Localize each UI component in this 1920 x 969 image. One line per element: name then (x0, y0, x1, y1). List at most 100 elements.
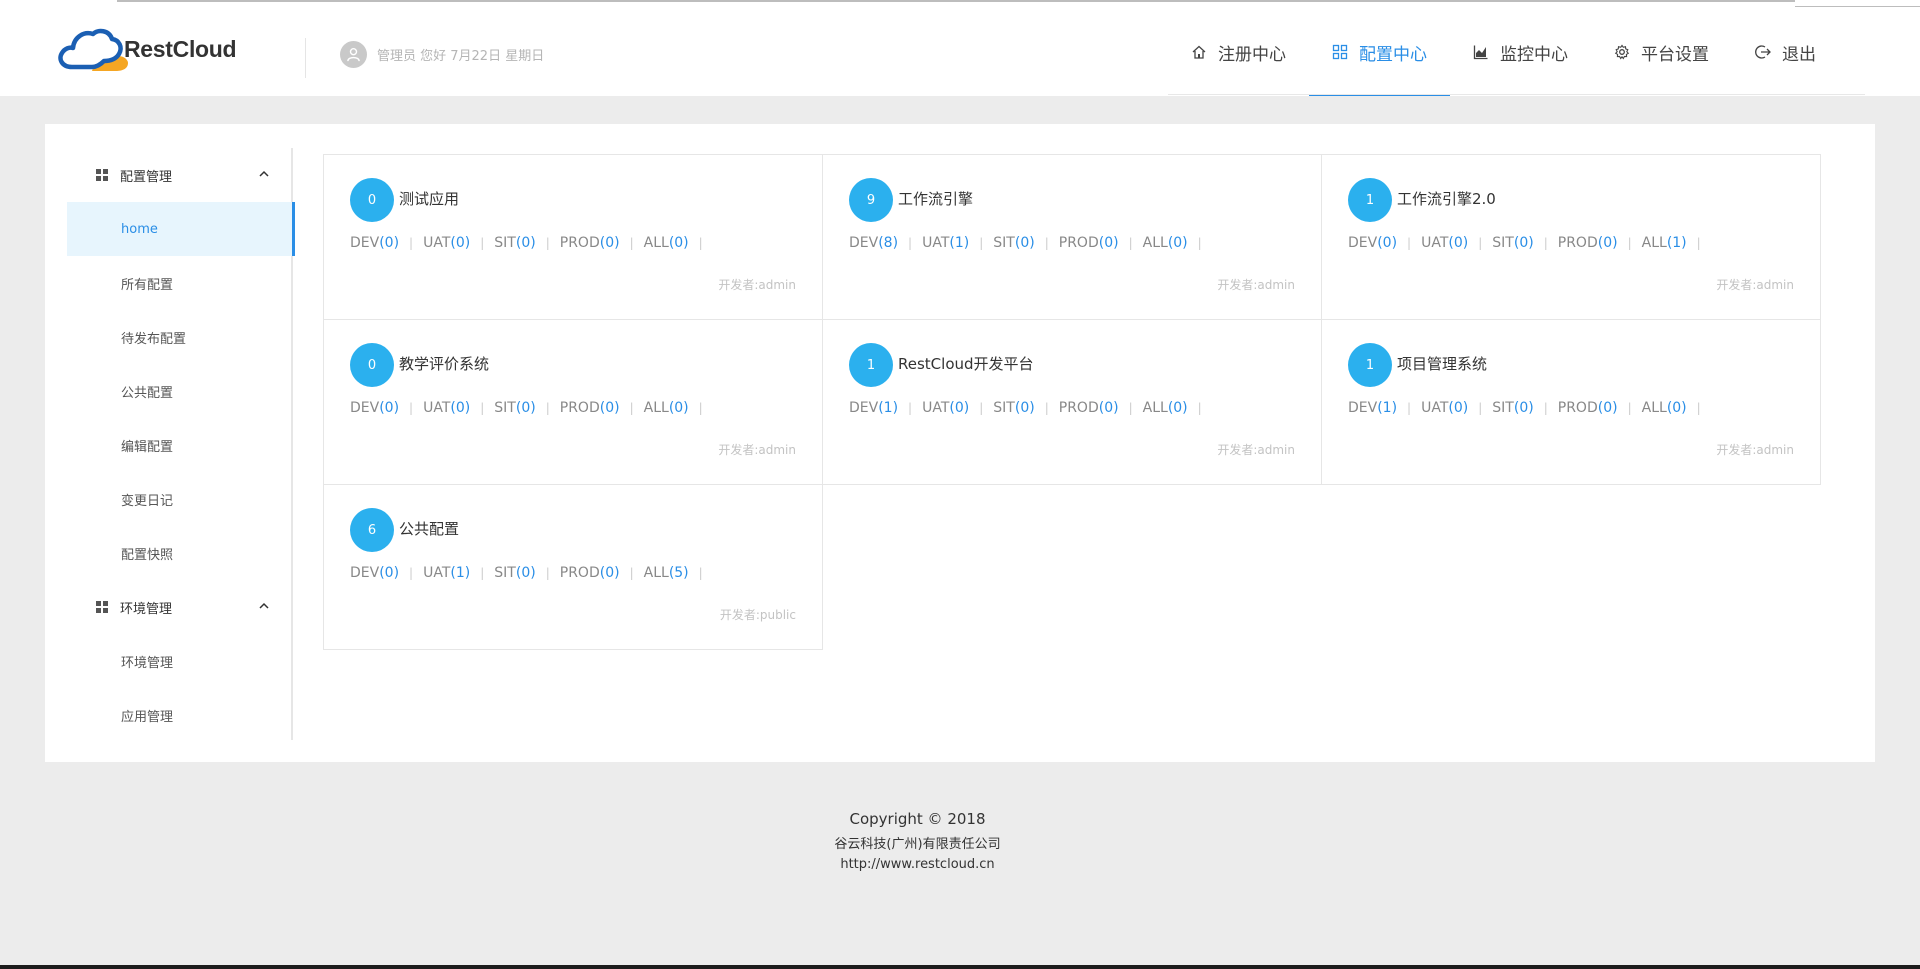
sidebar-item-home[interactable]: home (67, 202, 295, 256)
env-link-prod[interactable]: PROD (0) | (560, 400, 644, 416)
sidebar-item-env-management[interactable]: 环境管理 (67, 634, 291, 688)
app-card[interactable]: 0 测试应用 DEV (0) | UAT (0) | SIT (0) | PROD (0) | … (323, 154, 823, 320)
env-link-prod[interactable]: PROD (0) | (560, 565, 644, 581)
company-url[interactable]: http://www.restcloud.cn (0, 857, 1835, 872)
nav-item-settings[interactable]: 平台设置 (1591, 8, 1732, 96)
app-title[interactable]: 工作流引擎2.0 (1397, 188, 1496, 209)
env-links: DEV (8) | UAT (1) | SIT (0) | PROD (0) | ALL (0) | (849, 235, 1212, 251)
sidebar-group-config[interactable]: 配置管理 (67, 148, 291, 202)
env-link-sit[interactable]: SIT (0) | (1492, 235, 1557, 251)
env-link-uat[interactable]: UAT (0) | (423, 400, 494, 416)
env-link-dev[interactable]: DEV (0) | (350, 235, 423, 251)
avatar[interactable] (340, 41, 367, 68)
app-card[interactable]: 9 工作流引擎 DEV (8) | UAT (1) | SIT (0) | PROD (0) |… (822, 154, 1322, 320)
sidebar-item-all-configs[interactable]: 所有配置 (67, 256, 291, 310)
developer-label: 开发者:admin (1716, 278, 1794, 292)
env-link-prod[interactable]: PROD (0) | (1558, 235, 1642, 251)
env-link-sit[interactable]: SIT (0) | (993, 235, 1058, 251)
app-card[interactable]: 1 RestCloud开发平台 DEV (1) | UAT (0) | SIT (0) | … (822, 319, 1322, 485)
env-link-all[interactable]: ALL (0) | (1143, 235, 1212, 251)
grid-icon (96, 601, 108, 613)
env-link-uat[interactable]: UAT (0) | (1421, 235, 1492, 251)
chevron-up-icon[interactable] (259, 168, 269, 182)
sidebar-item-public-configs[interactable]: 公共配置 (67, 364, 291, 418)
env-link-dev[interactable]: DEV (0) | (350, 565, 423, 581)
app-title[interactable]: 工作流引擎 (898, 188, 973, 209)
nav-label: 配置中心 (1359, 44, 1427, 65)
env-link-dev[interactable]: DEV (0) | (1348, 235, 1421, 251)
env-link-uat[interactable]: UAT (1) | (423, 565, 494, 581)
sidebar-item-label: 环境管理 (121, 655, 174, 671)
env-link-uat[interactable]: UAT (0) | (1421, 400, 1492, 416)
env-link-uat[interactable]: UAT (0) | (423, 235, 494, 251)
sidebar-item-app-management[interactable]: 应用管理 (67, 688, 291, 742)
app-card[interactable]: 1 项目管理系统 DEV (1) | UAT (0) | SIT (0) | PROD (0)… (1321, 319, 1821, 485)
env-link-dev[interactable]: DEV (0) | (350, 400, 423, 416)
env-link-prod[interactable]: PROD (0) | (560, 235, 644, 251)
developer-label: 开发者:admin (718, 278, 796, 292)
env-link-prod[interactable]: PROD (0) | (1059, 235, 1143, 251)
user-icon (347, 47, 360, 62)
config-count-badge: 1 (1348, 343, 1392, 387)
env-link-sit[interactable]: SIT (0) | (993, 400, 1058, 416)
app-title[interactable]: 教学评价系统 (399, 353, 489, 374)
env-link-dev[interactable]: DEV (1) | (1348, 400, 1421, 416)
sidebar-item-label: 应用管理 (121, 709, 174, 725)
main-panel: 配置管理 home 所有配置 待发布配置 公共配置 编辑配置 变更日记 配置快照… (45, 124, 1875, 762)
env-link-all[interactable]: ALL (1) | (1642, 235, 1711, 251)
env-link-sit[interactable]: SIT (0) | (494, 235, 559, 251)
env-link-sit[interactable]: SIT (0) | (494, 565, 559, 581)
app-title[interactable]: 公共配置 (399, 518, 459, 539)
nav-item-config[interactable]: 配置中心 (1309, 8, 1450, 96)
env-link-all[interactable]: ALL (0) | (644, 235, 713, 251)
bottom-bar (0, 965, 1920, 969)
brand-name: RestCloud (124, 35, 237, 62)
config-count-badge: 0 (350, 343, 394, 387)
app-card[interactable]: 1 工作流引擎2.0 DEV (0) | UAT (0) | SIT (0) | PROD(… (1321, 154, 1821, 320)
grid-icon (1332, 44, 1349, 61)
sidebar-item-label: 配置快照 (121, 547, 174, 563)
nav-label: 监控中心 (1500, 44, 1568, 65)
app-title[interactable]: 项目管理系统 (1397, 353, 1487, 374)
env-links: DEV (1) | UAT (0) | SIT (0) | PROD (0) | ALL (0) | (849, 400, 1212, 416)
sidebar-item-snapshots[interactable]: 配置快照 (67, 526, 291, 580)
sidebar-item-label: 待发布配置 (121, 331, 187, 347)
nav-item-monitor[interactable]: 监控中心 (1450, 8, 1591, 96)
env-link-uat[interactable]: UAT (1) | (922, 235, 993, 251)
config-count-badge: 1 (849, 343, 893, 387)
env-link-dev[interactable]: DEV (1) | (849, 400, 922, 416)
developer-label: 开发者:admin (1716, 443, 1794, 457)
nav-label: 注册中心 (1218, 44, 1286, 65)
nav-label: 退出 (1782, 44, 1816, 65)
env-link-all[interactable]: ALL (5) | (644, 565, 713, 581)
app-card[interactable]: 0 教学评价系统 DEV (0) | UAT (0) | SIT (0) | PROD (0)… (323, 319, 823, 485)
nav-label: 平台设置 (1641, 44, 1709, 65)
sidebar-item-edit-configs[interactable]: 编辑配置 (67, 418, 291, 472)
config-count-badge: 1 (1348, 178, 1392, 222)
header: RestCloud 管理员 您好 7月22日 星期日 注册中心 配置中心 监控中… (0, 8, 1920, 96)
app-card[interactable]: 6 公共配置 DEV (0) | UAT (1) | SIT (0) | PROD (0) | … (323, 484, 823, 650)
developer-label: 开发者:admin (718, 443, 796, 457)
sidebar-item-pending-configs[interactable]: 待发布配置 (67, 310, 291, 364)
sidebar-item-change-log[interactable]: 变更日记 (67, 472, 291, 526)
app-title[interactable]: RestCloud开发平台 (898, 353, 1034, 374)
nav-item-registry[interactable]: 注册中心 (1168, 8, 1309, 96)
env-link-sit[interactable]: SIT (0) | (1492, 400, 1557, 416)
env-link-prod[interactable]: PROD (0) | (1059, 400, 1143, 416)
footer: Copyright © 2018 谷云科技(广州)有限责任公司 http://w… (0, 810, 1835, 872)
strip-line (1795, 6, 1920, 7)
env-link-all[interactable]: ALL (0) | (1642, 400, 1711, 416)
env-link-prod[interactable]: PROD (0) | (1558, 400, 1642, 416)
env-link-sit[interactable]: SIT (0) | (494, 400, 559, 416)
logo[interactable]: RestCloud (56, 18, 256, 80)
app-title[interactable]: 测试应用 (399, 188, 459, 209)
env-link-dev[interactable]: DEV (8) | (849, 235, 922, 251)
chevron-up-icon[interactable] (259, 600, 269, 614)
env-links: DEV (0) | UAT (0) | SIT (0) | PROD (0) | ALL (1) | (1348, 235, 1711, 251)
env-link-uat[interactable]: UAT (0) | (922, 400, 993, 416)
env-link-all[interactable]: ALL (0) | (644, 400, 713, 416)
env-links: DEV (0) | UAT (0) | SIT (0) | PROD (0) | ALL (0) | (350, 400, 713, 416)
env-link-all[interactable]: ALL (0) | (1143, 400, 1212, 416)
nav-item-logout[interactable]: 退出 (1732, 8, 1839, 96)
sidebar-group-env[interactable]: 环境管理 (67, 580, 291, 634)
